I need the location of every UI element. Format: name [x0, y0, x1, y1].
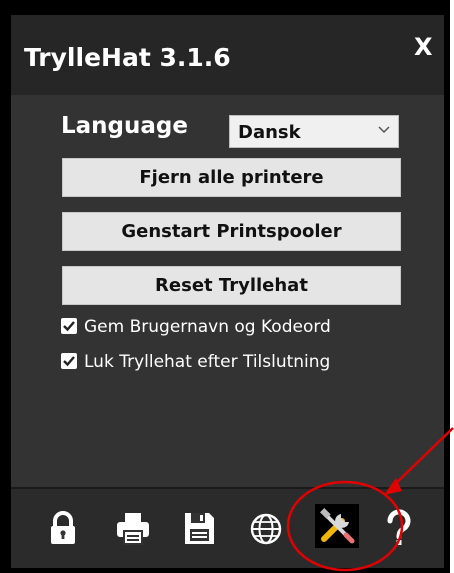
- close-after-connect-option[interactable]: Luk Tryllehat efter Tilslutning: [61, 352, 330, 372]
- save-icon[interactable]: [178, 507, 220, 549]
- save-credentials-option[interactable]: Gem Brugernavn og Kodeord: [61, 317, 331, 337]
- save-credentials-label: Gem Brugernavn og Kodeord: [84, 317, 331, 337]
- restart-spooler-button[interactable]: Genstart Printspooler: [62, 212, 401, 251]
- close-after-connect-checkbox[interactable]: [61, 353, 77, 369]
- reset-button[interactable]: Reset Tryllehat: [62, 266, 401, 305]
- chevron-down-icon: [376, 121, 392, 137]
- bottom-toolbar: [11, 489, 444, 568]
- app-panel: TrylleHat 3.1.6 X Language Dansk Fjern a…: [11, 15, 444, 568]
- globe-icon[interactable]: [245, 507, 287, 549]
- save-credentials-checkbox[interactable]: [61, 318, 77, 334]
- title-bar: TrylleHat 3.1.6 X: [11, 15, 444, 95]
- app-title: TrylleHat 3.1.6: [24, 43, 231, 72]
- window-frame: TrylleHat 3.1.6 X Language Dansk Fjern a…: [0, 0, 450, 573]
- remove-printers-button[interactable]: Fjern alle printere: [62, 158, 401, 197]
- language-label: Language: [61, 113, 188, 139]
- tools-icon[interactable]: [315, 504, 359, 548]
- close-button[interactable]: X: [414, 33, 433, 61]
- language-selected-value: Dansk: [238, 122, 301, 143]
- help-icon[interactable]: [378, 507, 420, 549]
- printer-icon[interactable]: [112, 507, 154, 549]
- language-select[interactable]: Dansk: [229, 115, 399, 148]
- lock-icon[interactable]: [42, 507, 84, 549]
- close-after-connect-label: Luk Tryllehat efter Tilslutning: [84, 352, 331, 372]
